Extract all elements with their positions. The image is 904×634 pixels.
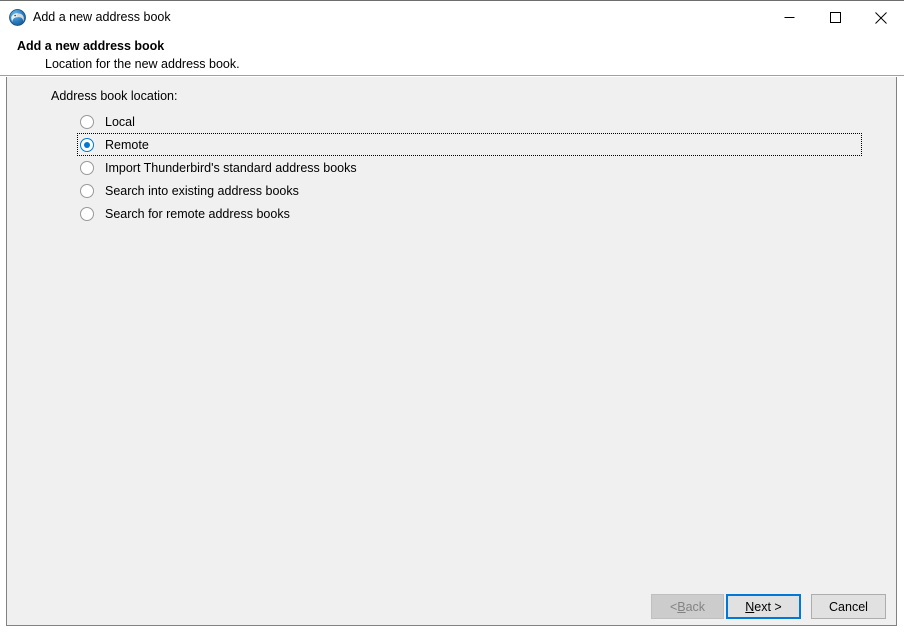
cancel-button-label: Cancel	[829, 599, 868, 614]
radio-label: Local	[105, 114, 135, 129]
dialog-header: Add a new address book Location for the …	[0, 34, 904, 75]
title-bar: Add a new address book	[0, 1, 904, 34]
window-controls	[766, 1, 904, 34]
radio-label: Search for remote address books	[105, 206, 290, 221]
close-icon[interactable]	[858, 1, 904, 34]
back-button-prefix: <	[669, 599, 678, 614]
content-panel: Address book location: Local Remote Impo…	[6, 77, 897, 626]
radio-label: Remote	[105, 137, 149, 152]
next-button-accel: N	[745, 599, 755, 614]
thunderbird-icon	[9, 9, 26, 26]
section-label: Address book location:	[51, 89, 178, 103]
header-divider	[0, 75, 904, 76]
back-button-accel: B	[677, 599, 686, 614]
radio-option-local[interactable]: Local	[77, 110, 867, 133]
dialog-window: Add a new address book Add a new address…	[0, 0, 904, 634]
radio-option-remote[interactable]: Remote	[77, 133, 862, 156]
address-book-location-radio-group: Local Remote Import Thunderbird's standa…	[77, 110, 867, 225]
radio-label: Import Thunderbird's standard address bo…	[105, 160, 357, 175]
radio-label: Search into existing address books	[105, 183, 299, 198]
cancel-button[interactable]: Cancel	[811, 594, 886, 619]
maximize-icon[interactable]	[812, 1, 858, 34]
radio-icon	[80, 206, 94, 221]
page-title: Add a new address book	[17, 39, 165, 53]
window-title: Add a new address book	[33, 10, 171, 24]
next-button-suffix: ext >	[754, 599, 782, 614]
next-button[interactable]: Next >	[726, 594, 801, 619]
radio-icon	[80, 137, 94, 152]
back-button-suffix: ack	[685, 599, 706, 614]
radio-icon	[80, 183, 94, 198]
radio-option-import-thunderbird[interactable]: Import Thunderbird's standard address bo…	[77, 156, 867, 179]
radio-option-search-existing[interactable]: Search into existing address books	[77, 179, 867, 202]
radio-icon	[80, 114, 94, 129]
radio-option-search-remote[interactable]: Search for remote address books	[77, 202, 867, 225]
page-subtitle: Location for the new address book.	[45, 57, 240, 71]
minimize-icon[interactable]	[766, 1, 812, 34]
radio-icon	[80, 160, 94, 175]
back-button[interactable]: < Back	[651, 594, 724, 619]
